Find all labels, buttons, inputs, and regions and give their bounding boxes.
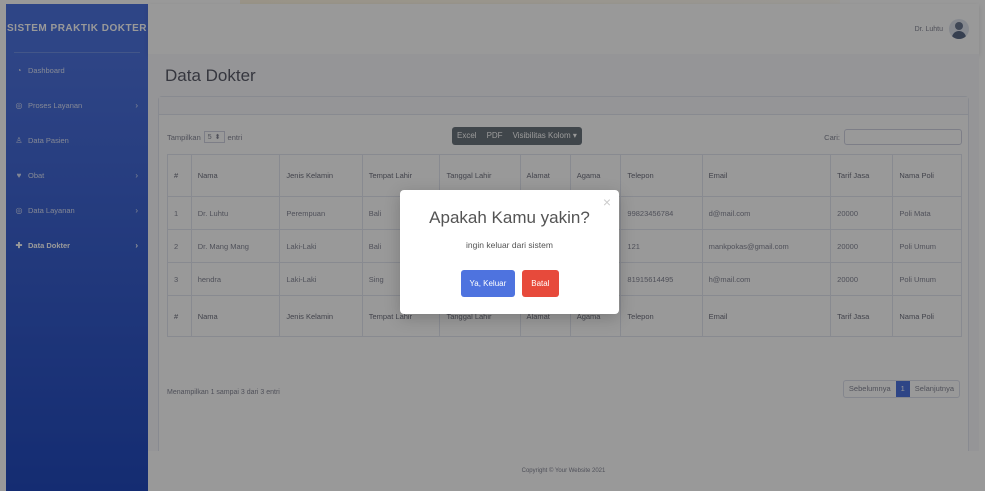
dialog-title: Apakah Kamu yakin? xyxy=(429,208,590,227)
cancel-button[interactable]: Batal xyxy=(522,270,559,297)
confirm-dialog: × Apakah Kamu yakin? ingin keluar dari s… xyxy=(400,190,619,314)
confirm-logout-button[interactable]: Ya, Keluar xyxy=(460,270,516,297)
dialog-buttons: Ya, Keluar Batal xyxy=(400,270,619,297)
dialog-text: ingin keluar dari sistem xyxy=(466,240,553,250)
